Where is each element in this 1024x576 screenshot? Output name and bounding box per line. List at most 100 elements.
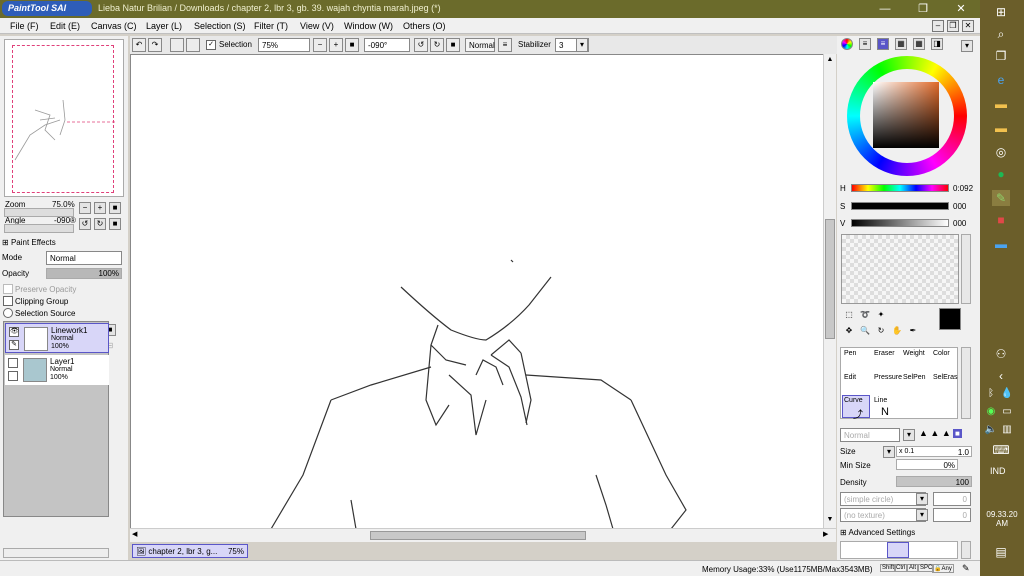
menu-canvas[interactable]: Canvas (C) <box>91 21 137 31</box>
hscroll-thumb[interactable] <box>370 531 586 540</box>
invert-selection-button[interactable] <box>186 38 200 52</box>
min-size-slider[interactable]: 0% <box>896 459 958 470</box>
advanced-settings-toggle[interactable]: ⊞ Advanced Settings <box>840 528 915 537</box>
tool-curve[interactable]: Curve <box>844 397 863 404</box>
mode-select[interactable]: Normal <box>46 251 122 265</box>
brush-shape-select[interactable]: (simple circle) <box>840 492 926 506</box>
battery-icon[interactable]: ▭ <box>1000 404 1014 420</box>
explorer-icon[interactable]: ▬ <box>992 120 1010 136</box>
keyboard-icon[interactable]: ⌨ <box>992 442 1010 458</box>
nav-rotate-left-button[interactable]: ↺ <box>79 218 91 230</box>
layer-hscroll[interactable] <box>3 548 109 558</box>
panel-close-button[interactable]: ✕ <box>962 20 974 32</box>
bluetooth-icon[interactable]: ᛒ <box>984 386 998 402</box>
lock-checkbox[interactable] <box>8 371 18 381</box>
angle-field[interactable]: -090° <box>364 38 410 52</box>
close-button[interactable]: ✕ <box>946 0 976 18</box>
tool-weight[interactable]: Weight <box>903 350 925 357</box>
undo-button[interactable]: ↶ <box>132 38 146 52</box>
scroll-down-icon[interactable]: ▼ <box>825 516 835 526</box>
minimize-button[interactable]: — <box>870 0 900 18</box>
scroll-right-icon[interactable]: ▶ <box>823 530 833 540</box>
clipping-group-checkbox[interactable] <box>3 296 13 306</box>
angle-slider[interactable] <box>4 224 74 233</box>
tool-edit[interactable]: Edit <box>844 374 856 381</box>
drop-icon[interactable]: 💧 <box>1000 386 1014 402</box>
menu-view[interactable]: View (V) <box>300 21 334 31</box>
panel-minimize-button[interactable]: – <box>932 20 944 32</box>
lasso-icon[interactable]: ➰ <box>859 310 871 322</box>
sai-taskbar-icon[interactable]: ✎ <box>992 190 1010 206</box>
nav-zoom-in-button[interactable]: + <box>94 202 106 214</box>
hsv-slider-tab[interactable]: ≡ <box>877 38 889 50</box>
size-slider[interactable]: x 0.1 1.0 <box>896 446 972 457</box>
scratchpad-tab[interactable]: ◨ <box>931 38 943 50</box>
redo-button[interactable]: ↷ <box>148 38 162 52</box>
menu-selection[interactable]: Selection (S) <box>194 21 246 31</box>
eye-icon[interactable]: 👁 <box>9 327 19 337</box>
clock[interactable]: 09.33.20 AM <box>980 510 1024 528</box>
preserve-opacity-checkbox[interactable] <box>3 284 13 294</box>
foreground-color[interactable] <box>939 308 961 330</box>
value-slider[interactable] <box>851 219 949 227</box>
people-icon[interactable]: ⚇ <box>992 346 1010 362</box>
zoom-field[interactable]: 75% <box>258 38 310 52</box>
deselect-button[interactable] <box>170 38 184 52</box>
rotate-icon[interactable]: ↻ <box>875 326 887 338</box>
saturation-value-square[interactable] <box>873 82 939 148</box>
notification-icon[interactable]: ▤ <box>992 544 1010 560</box>
windows-start-icon[interactable]: ⊞ <box>992 4 1010 20</box>
selection-source-radio[interactable] <box>3 308 13 318</box>
tool-line[interactable]: Line <box>874 397 887 404</box>
visibility-checkbox[interactable] <box>8 358 18 368</box>
brush-texture-value[interactable]: 0 <box>933 508 971 522</box>
canvas-vscroll[interactable]: ▲ ▼ <box>823 54 836 528</box>
chevron-down-icon[interactable]: ▾ <box>916 493 928 505</box>
layer-item-linework1[interactable]: 👁 ✎ Linework1 Normal 100% <box>5 323 109 353</box>
canvas-hscroll[interactable]: ◀ ▶ <box>130 528 836 542</box>
document-tab[interactable]: 🖼 chapter 2, lbr 3, g... 75% <box>132 544 248 558</box>
tool-seleras[interactable]: SelEras <box>933 374 958 381</box>
chrome-icon[interactable]: ◎ <box>992 144 1010 160</box>
blend-mode-field[interactable]: Normal <box>465 38 495 52</box>
panel-restore-button[interactable]: ❐ <box>947 20 959 32</box>
spotify-icon[interactable]: ● <box>992 166 1010 182</box>
status-dot-icon[interactable]: ◉ <box>984 404 998 420</box>
rotate-left-button[interactable]: ↺ <box>414 38 428 52</box>
color-wheel-tab[interactable] <box>841 38 853 50</box>
zoom-icon[interactable]: 🔍 <box>859 326 871 338</box>
tool-eraser[interactable]: Eraser <box>874 350 895 357</box>
rotate-right-button[interactable]: ↻ <box>430 38 444 52</box>
app-blue-icon[interactable]: ▬ <box>992 236 1010 252</box>
layer-item-layer1[interactable]: Layer1 Normal 100% <box>5 355 109 385</box>
zoom-reset-button[interactable]: ■ <box>345 38 359 52</box>
flip-button[interactable]: ≡ <box>498 38 512 52</box>
navigator-preview[interactable] <box>4 39 124 197</box>
chevron-down-icon[interactable]: ▾ <box>903 429 915 441</box>
chevron-down-icon[interactable]: ▾ <box>916 509 928 521</box>
task-view-icon[interactable]: ❐ <box>992 48 1010 64</box>
folder-icon[interactable]: ▬ <box>992 96 1010 112</box>
vscroll-thumb[interactable] <box>825 219 835 339</box>
move-icon[interactable]: ✥ <box>843 326 855 338</box>
nav-rotate-reset-button[interactable]: ■ <box>109 218 121 230</box>
palette-tab[interactable]: ▦ <box>913 38 925 50</box>
restore-button[interactable]: ❐ <box>908 0 938 18</box>
chevron-down-icon[interactable]: ▾ <box>576 38 588 52</box>
selection-checkbox[interactable]: ✓ <box>206 40 216 50</box>
hand-icon[interactable]: ✋ <box>891 326 903 338</box>
eyedropper-icon[interactable]: ✒ <box>907 326 919 338</box>
menu-file[interactable]: File (F) <box>10 21 39 31</box>
menu-window[interactable]: Window (W) <box>344 21 393 31</box>
tool-pressure[interactable]: Pressure <box>874 374 902 381</box>
chevron-up-icon[interactable]: ‹ <box>992 368 1010 384</box>
rotate-reset-button[interactable]: ■ <box>446 38 460 52</box>
language-indicator[interactable]: IND <box>990 466 1006 476</box>
tool-pen[interactable]: Pen <box>844 350 856 357</box>
brush-texture-select[interactable]: (no texture) <box>840 508 926 522</box>
zoom-in-button[interactable]: + <box>329 38 343 52</box>
menu-filter[interactable]: Filter (T) <box>254 21 288 31</box>
marquee-icon[interactable]: ⬚ <box>843 310 855 322</box>
saturation-slider[interactable] <box>851 202 949 210</box>
scroll-up-icon[interactable]: ▲ <box>825 56 835 66</box>
